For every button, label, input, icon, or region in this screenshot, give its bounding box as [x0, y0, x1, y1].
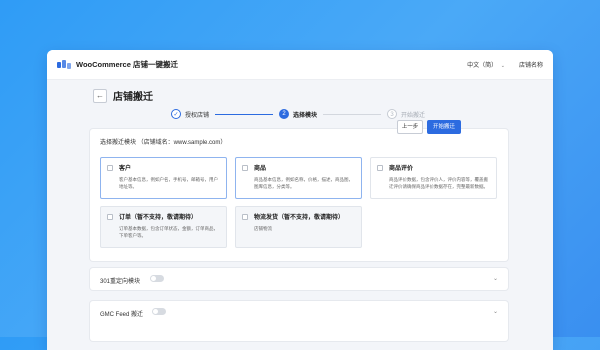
module-description: 商品基本信息，例如名称，价格，描述，商品图，图库信息，分类等。	[254, 177, 353, 189]
module-card-orders: 订单（暂不支持，敬请期待） 订单基本数据，包含订单状态，金额，订单商品，下单客户…	[100, 206, 227, 248]
module-card-reviews[interactable]: 商品评价 商品评价数据，包含评价人，评价内容等，覆盖搬迁评价请确保商品评价数据存…	[370, 157, 497, 199]
shop-name[interactable]: 店铺名称	[519, 60, 543, 69]
step-label: 选择模块	[293, 112, 318, 119]
check-icon: ✓	[171, 109, 181, 119]
step-start-migration: 3 开始搬迁	[387, 109, 425, 119]
gmc-toggle[interactable]	[152, 308, 166, 315]
step-authorize: ✓ 授权店铺	[171, 109, 209, 119]
module-title: 商品	[254, 166, 267, 172]
language-label: 中文（简）	[467, 63, 498, 69]
previous-step-button[interactable]: 上一步	[397, 120, 423, 134]
step-connector	[215, 113, 274, 115]
gmc-feed-panel: GMC Feed 搬迁 ⌄	[90, 301, 508, 341]
top-bar: WooCommerce 店铺一键搬迁 中文（简） ⌄ 店铺名称	[47, 50, 553, 80]
redirect-toggle[interactable]	[150, 275, 164, 282]
checkbox	[107, 213, 113, 220]
app-title: WooCommerce 店铺一键搬迁	[76, 60, 178, 69]
module-description: 店铺物流	[254, 226, 272, 231]
page-title: 店铺搬迁	[113, 92, 153, 103]
checkbox[interactable]	[242, 164, 248, 171]
step-label: 开始搬迁	[401, 112, 426, 119]
stepper: ✓ 授权店铺 2 选择模块 3 开始搬迁	[171, 109, 425, 119]
app-window: WooCommerce 店铺一键搬迁 中文（简） ⌄ 店铺名称 ← 店铺搬迁 ✓…	[47, 50, 553, 350]
chevron-down-icon[interactable]: ⌄	[493, 275, 498, 282]
page-header: ← 店铺搬迁	[93, 88, 153, 103]
module-title: 商品评价	[389, 166, 414, 172]
arrow-left-icon: ←	[96, 90, 104, 100]
module-title: 物流发货（暂不支持，敬请期待）	[254, 215, 345, 221]
redirect-301-panel: 301重定向模块 ⌄	[90, 268, 508, 290]
module-description: 商品评价数据，包含评价人，评价内容等，覆盖搬迁评价请确保商品评价数据存在，完整最…	[389, 177, 488, 189]
module-title: 客户	[119, 166, 132, 172]
checkbox[interactable]	[377, 164, 383, 171]
start-migration-button[interactable]: 开始搬迁	[427, 120, 461, 134]
step-connector	[323, 113, 382, 115]
language-selector[interactable]: 中文（简） ⌄	[467, 60, 505, 69]
chevron-down-icon: ⌄	[500, 63, 505, 69]
module-title: 订单（暂不支持，敬请期待）	[119, 215, 198, 221]
module-panel-header: 选择搬迁模块 （店铺域名：www.sample.com）	[100, 140, 227, 146]
module-description: 订单基本数据，包含订单状态，金额，订单商品，下单客户等。	[119, 226, 218, 238]
module-description: 客户基本信息，例如户名，手机号，邮箱号，用户地址等。	[119, 177, 218, 189]
checkbox[interactable]	[107, 164, 113, 171]
redirect-label: 301重定向模块	[100, 279, 141, 285]
module-card-shipping: 物流发货（暂不支持，敬请期待） 店铺物流	[235, 206, 362, 248]
step-select-modules: 2 选择模块	[279, 109, 317, 119]
step-label: 授权店铺	[185, 112, 210, 119]
main-content: ← 店铺搬迁 ✓ 授权店铺 2 选择模块 3 开始搬迁 选择搬迁模块 （店铺域名…	[47, 80, 553, 350]
checkbox	[242, 213, 248, 220]
back-button[interactable]: ←	[93, 88, 107, 103]
module-card-products[interactable]: 商品 商品基本信息，例如名称，价格，描述，商品图，图库信息，分类等。	[235, 157, 362, 199]
chevron-down-icon[interactable]: ⌄	[493, 308, 498, 315]
step-number: 3	[387, 109, 398, 119]
woocommerce-logo-icon	[57, 59, 71, 70]
module-card-customers[interactable]: 客户 客户基本信息，例如户名，手机号，邮箱号，用户地址等。	[100, 157, 227, 199]
step-number: 2	[279, 109, 290, 119]
gmc-label: GMC Feed 搬迁	[100, 312, 144, 318]
module-selection-panel: 选择搬迁模块 （店铺域名：www.sample.com） 客户 客户基本信息，例…	[90, 129, 508, 261]
